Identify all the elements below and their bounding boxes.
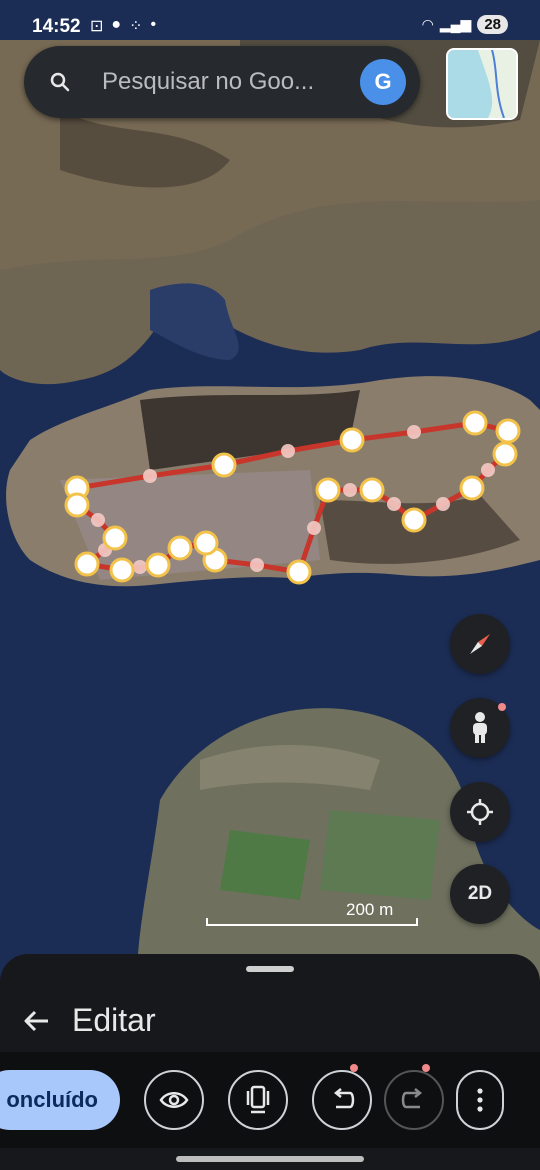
- compass-icon: [470, 634, 490, 654]
- screenshot-icon: ⊡: [90, 18, 104, 35]
- my-location-button[interactable]: [450, 782, 510, 842]
- search-input[interactable]: Pesquisar no Goo...: [102, 68, 342, 96]
- path-midpoint-handle[interactable]: [250, 558, 264, 572]
- path-midpoint-handle[interactable]: [481, 463, 495, 477]
- path-vertex[interactable]: [339, 427, 365, 453]
- undo-button[interactable]: [312, 1070, 372, 1130]
- status-right: ◠ ▂▄▆ 28: [422, 15, 508, 34]
- path-vertex[interactable]: [193, 530, 219, 556]
- path-vertex[interactable]: [492, 441, 518, 467]
- status-time: 14:52: [32, 16, 81, 37]
- path-vertex[interactable]: [315, 477, 341, 503]
- undo-icon: [333, 1088, 355, 1109]
- scale-label: 200 m: [346, 900, 394, 919]
- my-location-icon: [467, 799, 493, 825]
- layers-button[interactable]: [228, 1070, 288, 1130]
- path-midpoint-handle[interactable]: [407, 425, 421, 439]
- search-bar[interactable]: Pesquisar no Goo... G: [24, 46, 420, 118]
- sheet-drag-handle[interactable]: [246, 966, 294, 972]
- signal-icon: ▂▄▆: [439, 16, 472, 32]
- scale-bar: [206, 918, 418, 926]
- account-avatar[interactable]: G: [360, 59, 406, 105]
- map-type-thumbnail[interactable]: [446, 48, 518, 120]
- sheet-title: Editar: [72, 1002, 156, 1038]
- view-mode-button[interactable]: 2D: [450, 864, 510, 924]
- path-vertex[interactable]: [167, 535, 193, 561]
- notification-icons: ⊡ ● ⁘ •: [90, 16, 156, 36]
- path-midpoint-handle[interactable]: [143, 469, 157, 483]
- path-vertex[interactable]: [401, 507, 427, 533]
- battery-level: 28: [477, 15, 508, 34]
- redo-notification-dot: [422, 1064, 430, 1072]
- eye-icon: [159, 1092, 189, 1108]
- apps-icon: ⁘: [129, 18, 143, 35]
- path-midpoint-handle[interactable]: [307, 521, 321, 535]
- back-arrow-icon[interactable]: [22, 1006, 52, 1036]
- path-vertex[interactable]: [462, 410, 488, 436]
- edit-bottom-sheet: Editar oncluído: [0, 954, 540, 1170]
- map-scale: 200 m: [206, 896, 418, 928]
- path-midpoint-handle[interactable]: [133, 560, 147, 574]
- path-vertex[interactable]: [286, 559, 312, 585]
- layers-icon: [246, 1085, 270, 1114]
- path-vertex[interactable]: [211, 452, 237, 478]
- gesture-nav-bar[interactable]: [176, 1156, 364, 1162]
- path-vertex[interactable]: [64, 492, 90, 518]
- path-midpoint-handle[interactable]: [91, 513, 105, 527]
- path-vertex[interactable]: [74, 551, 100, 577]
- path-vertex[interactable]: [459, 475, 485, 501]
- redo-button[interactable]: [384, 1070, 444, 1130]
- visibility-button[interactable]: [144, 1070, 204, 1130]
- path-vertex[interactable]: [495, 418, 521, 444]
- done-button[interactable]: oncluído: [0, 1070, 120, 1130]
- path-midpoint-handle[interactable]: [387, 497, 401, 511]
- map-thumbnail-icon: [448, 50, 516, 118]
- more-options-button[interactable]: [456, 1070, 504, 1130]
- wifi-icon: ◠: [421, 16, 434, 32]
- search-icon: [50, 72, 70, 92]
- path-midpoint-handle[interactable]: [281, 444, 295, 458]
- undo-notification-dot: [350, 1064, 358, 1072]
- path-vertex[interactable]: [102, 525, 128, 551]
- edit-toolbar: oncluído: [0, 1052, 540, 1148]
- pegman-icon: [473, 712, 487, 743]
- path-midpoint-handle[interactable]: [436, 497, 450, 511]
- compass-button[interactable]: [450, 614, 510, 674]
- chat-icon: ●: [111, 16, 122, 33]
- path-vertex[interactable]: [109, 557, 135, 583]
- more-notifications-icon: •: [150, 16, 157, 33]
- redo-icon: [401, 1088, 423, 1109]
- path-vertex[interactable]: [359, 477, 385, 503]
- path-vertex[interactable]: [145, 552, 171, 578]
- street-view-notification-dot: [498, 703, 506, 711]
- more-vert-icon: [477, 1088, 483, 1112]
- path-midpoint-handle[interactable]: [343, 483, 357, 497]
